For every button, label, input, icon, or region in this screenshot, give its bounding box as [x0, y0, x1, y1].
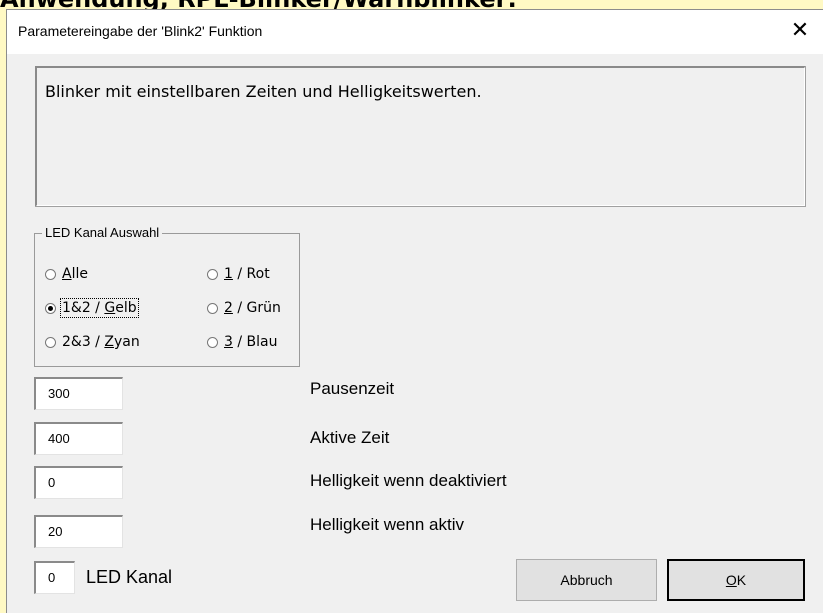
ok-button[interactable]: OK	[667, 559, 805, 601]
close-icon: ✕	[790, 18, 810, 43]
cancel-button[interactable]: Abbruch	[516, 559, 657, 601]
radio-1-rot[interactable]: 1 / Rot	[207, 266, 270, 282]
radio-selected-icon	[45, 302, 56, 314]
description-text: Blinker mit einstellbaren Zeiten und Hel…	[45, 82, 482, 101]
radio-label-1-2-gelb: 1&2 / Gelb	[60, 298, 139, 318]
helligkeit-deaktiviert-label: Helligkeit wenn deaktiviert	[310, 471, 507, 490]
radio-label-2-3-zyan: 2&3 / Zyan	[62, 334, 140, 350]
radio-circle-icon	[45, 268, 56, 280]
radio-1-2-gelb[interactable]: 1&2 / Gelb	[45, 298, 139, 318]
aktive-zeit-input[interactable]: 400	[34, 422, 123, 455]
radio-circle-icon	[45, 336, 56, 348]
led-kanal-input[interactable]: 0	[34, 561, 75, 594]
parameter-dialog: Parametereingabe der 'Blink2' Funktion ✕…	[6, 9, 823, 613]
radio-2-3-zyan[interactable]: 2&3 / Zyan	[45, 334, 140, 350]
helligkeit-aktiv-label: Helligkeit wenn aktiv	[310, 515, 465, 534]
led-channel-group: LED Kanal Auswahl Alle 1&2 / Gelb 2&3 / …	[34, 225, 300, 367]
radio-alle[interactable]: Alle	[45, 266, 88, 282]
radio-circle-icon	[207, 336, 218, 348]
helligkeit-aktiv-input[interactable]: 20	[34, 515, 123, 548]
radio-2-gruen[interactable]: 2 / Grün	[207, 300, 281, 316]
led-channel-group-label: LED Kanal Auswahl	[42, 225, 163, 240]
radio-label-alle: Alle	[62, 266, 88, 282]
pausenzeit-label: Pausenzeit	[310, 379, 395, 398]
radio-3-blau[interactable]: 3 / Blau	[207, 334, 278, 350]
description-box: Blinker mit einstellbaren Zeiten und Hel…	[35, 66, 806, 207]
radio-circle-icon	[207, 302, 218, 314]
aktive-zeit-label: Aktive Zeit	[310, 428, 390, 447]
close-button[interactable]: ✕	[777, 10, 823, 54]
led-kanal-label: LED Kanal	[86, 567, 173, 587]
helligkeit-deaktiviert-input[interactable]: 0	[34, 466, 123, 499]
radio-label-3-blau: 3 / Blau	[224, 334, 278, 350]
radio-label-1-rot: 1 / Rot	[224, 266, 270, 282]
title-bar[interactable]: Parametereingabe der 'Blink2' Funktion ✕	[7, 10, 823, 54]
dialog-title: Parametereingabe der 'Blink2' Funktion	[18, 23, 263, 39]
pausenzeit-input[interactable]: 300	[34, 377, 123, 410]
radio-label-2-gruen: 2 / Grün	[224, 300, 281, 316]
radio-circle-icon	[207, 268, 218, 280]
